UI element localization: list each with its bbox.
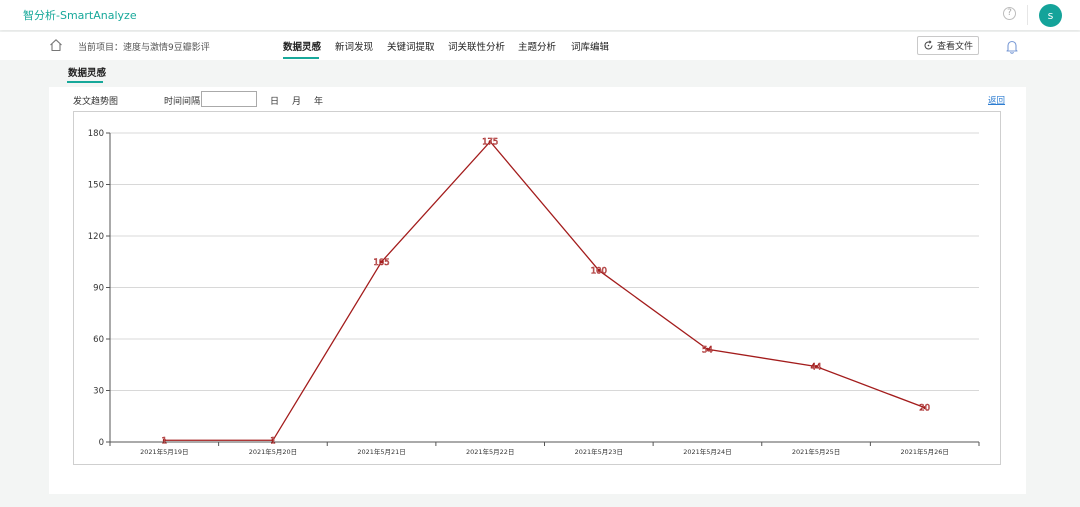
refresh-icon (924, 40, 933, 50)
home-icon[interactable] (49, 38, 63, 52)
project-name: 速度与激情9豆瓣影评 (123, 43, 210, 53)
y-tick-label: 60 (93, 335, 104, 345)
period-month-button[interactable]: 月 (292, 94, 301, 107)
data-label: 100 (591, 266, 607, 276)
chart-panel: 发文趋势图 时间间隔 日 月 年 返回 0 30 60 90 120 150 180 2021… (49, 87, 1026, 494)
tab-new-word-discovery[interactable]: 新词发现 (335, 39, 373, 53)
back-link[interactable]: 返回 (988, 94, 1005, 106)
question-circle-icon[interactable]: ? (1003, 7, 1016, 20)
project-prefix: 当前项目： (78, 43, 124, 53)
y-tick-label: 30 (93, 387, 104, 397)
tab-keyword-extraction[interactable]: 关键词提取 (387, 39, 435, 53)
topbar-divider (1027, 5, 1028, 25)
period-day-button[interactable]: 日 (270, 94, 279, 107)
section-tab-data-inspiration[interactable]: 数据灵感 (68, 65, 106, 79)
x-tick-label: 2021年5月23日 (575, 447, 623, 456)
data-label: 105 (373, 258, 389, 268)
data-label: 1 (270, 436, 275, 446)
avatar[interactable]: s (1039, 4, 1062, 27)
active-tab-indicator (283, 57, 319, 59)
x-tick-label: 2021年5月19日 (140, 447, 188, 456)
y-tick-label: 0 (99, 438, 104, 448)
app-title[interactable]: 智分析-SmartAnalyze (23, 7, 137, 23)
x-tick-label: 2021年5月22日 (466, 447, 514, 456)
interval-input[interactable] (201, 91, 257, 107)
tab-word-association[interactable]: 词关联性分析 (448, 39, 505, 53)
view-file-label: 查看文件 (936, 42, 973, 52)
x-tick-label: 2021年5月26日 (900, 447, 948, 456)
data-label: 175 (482, 138, 498, 148)
x-tick-label: 2021年5月24日 (683, 447, 731, 456)
y-tick-label: 150 (88, 181, 104, 191)
tab-data-inspiration[interactable]: 数据灵感 (283, 39, 321, 53)
y-tick-label: 90 (93, 284, 104, 294)
trend-chart-svg: 03060901201501802021年5月19日 2021年5月20日 2021… (88, 129, 980, 456)
tab-topic-analysis[interactable]: 主题分析 (518, 39, 556, 53)
tab-lexicon-edit[interactable]: 词库编辑 (571, 39, 609, 53)
period-year-button[interactable]: 年 (314, 94, 323, 107)
current-project: 当前项目：速度与激情9豆瓣影评 (78, 40, 210, 53)
y-tick-label: 120 (88, 232, 104, 242)
view-file-button[interactable]: 查看文件 (917, 36, 979, 55)
chart-title: 发文趋势图 (73, 97, 119, 107)
y-tick-label: 180 (88, 129, 104, 139)
data-label: 1 (162, 436, 167, 446)
data-label: 54 (702, 345, 713, 355)
interval-label: 时间间隔 (164, 97, 201, 107)
series-line (164, 140, 925, 441)
x-tick-label: 2021年5月20日 (249, 447, 297, 456)
data-label: 44 (811, 362, 822, 372)
top-bar: 智分析-SmartAnalyze ? s (0, 0, 1080, 30)
section-tab-indicator (67, 81, 103, 83)
data-label: 20 (919, 404, 930, 414)
nav-bar: 当前项目：速度与激情9豆瓣影评 数据灵感 新词发现 关键词提取 词关联性分析 主… (0, 32, 1080, 60)
x-tick-label: 2021年5月21日 (357, 447, 405, 456)
x-tick-label: 2021年5月25日 (792, 447, 840, 456)
bell-icon[interactable] (1005, 39, 1019, 54)
trend-chart: 0 30 60 90 120 150 180 2021年5月19日 2021年5月20日 2021… (73, 111, 1001, 465)
